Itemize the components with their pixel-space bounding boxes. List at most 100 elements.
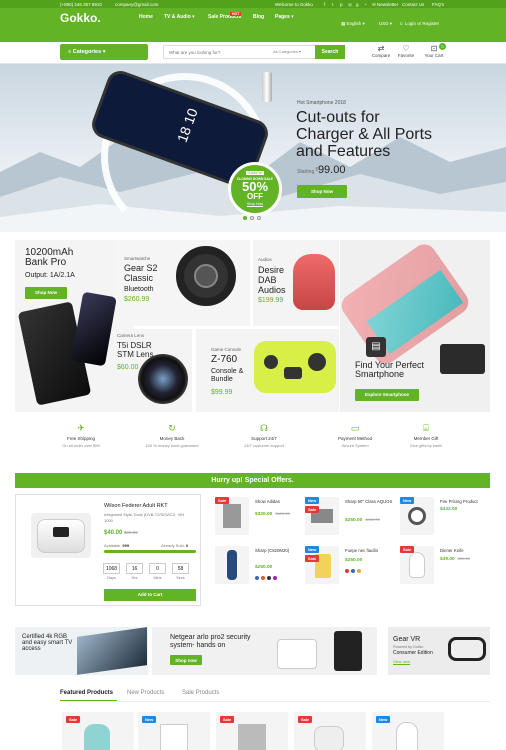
banner-tv[interactable]: Certified 4k RGB and easy smart TV acces… — [15, 627, 148, 675]
compare-label: Compare — [371, 53, 391, 58]
facebook-icon[interactable]: f — [324, 2, 325, 7]
tab-new-products[interactable]: New Products — [127, 690, 164, 696]
sold-label: Already Sold: — [161, 543, 185, 548]
user-icon: ☺ — [399, 21, 404, 26]
heart-icon: ♡ — [402, 44, 410, 53]
favorite-link[interactable]: ♡ Favorite — [393, 44, 419, 58]
color-swatch[interactable] — [351, 569, 355, 573]
all-categories-select[interactable]: All Categories ▾ — [273, 49, 301, 54]
refresh-icon: ↻ — [168, 423, 176, 433]
sale-badge: Sale — [305, 506, 320, 513]
currency-select[interactable]: USD ▾ — [379, 21, 392, 27]
product-card[interactable]: Sale — [216, 712, 288, 750]
deal-price: $250.00 — [255, 565, 273, 570]
deal-item[interactable]: Sale Dinner Knife $39.00 $50.00 — [400, 546, 495, 592]
color-swatch[interactable] — [357, 569, 361, 573]
color-swatch[interactable] — [267, 576, 271, 580]
banner-vr[interactable]: Gear VR Powered by Gokko Consumer Editio… — [388, 627, 490, 675]
featured-deal-name[interactable]: Wilson Federer Adult RKT — [104, 503, 168, 509]
deal-item[interactable]: New Sale Fuepe nec fiacilis $250.00 — [305, 546, 400, 592]
slider-dot[interactable] — [257, 216, 261, 220]
promo-audio[interactable]: Audios Desire DAB Audios $199.99 — [253, 240, 339, 326]
sale-badge: Sale — [298, 716, 313, 723]
hero-starting: Starting — [297, 169, 315, 175]
promo-lens[interactable]: Camera Lens T5i DSLR STM Lens $60.00 — [116, 329, 192, 412]
pinterest-icon[interactable]: p — [340, 2, 343, 7]
hero-shop-button[interactable]: Shop Now — [297, 185, 347, 198]
promo-smartphone[interactable]: ▤ Find Your Perfect Smartphone Explore S… — [340, 240, 490, 412]
black-card-image — [440, 344, 485, 374]
promo-console[interactable]: Game Console Z-760 Console & Bundle $99.… — [196, 329, 339, 412]
newsletter-link[interactable]: ✉ Newsletter — [372, 2, 398, 8]
deal-item[interactable]: New Sale Sharp 50" Class AQUOS $250.00 $4… — [305, 497, 400, 543]
nav-blog[interactable]: Blog — [253, 14, 264, 20]
top-bar: (+890) 246 357 8910 company@gmail.com We… — [0, 0, 506, 8]
vr-link[interactable]: View now — [393, 659, 410, 664]
watch-price: $260.99 — [124, 296, 150, 303]
console-category: Game Console — [211, 347, 242, 352]
nav-home[interactable]: Home — [139, 14, 153, 20]
explore-smartphone-button[interactable]: Explore Smartphone — [355, 389, 419, 401]
product-card[interactable]: Sale — [294, 712, 366, 750]
vacuum-image — [215, 546, 249, 584]
language-label: English — [346, 21, 362, 26]
color-swatch[interactable] — [261, 576, 265, 580]
google-icon[interactable]: g — [356, 2, 359, 7]
sold-progress-bar — [104, 550, 196, 553]
add-to-cart-button[interactable]: Add to Cart — [104, 589, 196, 601]
banner-netgear-text: Netgear arlo pro2 security system- hands… — [170, 634, 251, 650]
rice-cooker-image[interactable] — [31, 513, 91, 558]
deal-item-price: $432.00 — [440, 507, 457, 512]
sale-badge: Sale — [215, 497, 230, 504]
rss-icon[interactable]: ◔ — [364, 2, 367, 7]
banner-netgear[interactable]: Netgear arlo pro2 security system- hands… — [152, 627, 377, 675]
sale-link[interactable]: Shop Now — [231, 202, 279, 206]
deal-item[interactable]: Sale Show Adidas $320.00 $400.00 — [215, 497, 310, 543]
powerbank-shop-button[interactable]: Shop Now — [25, 287, 67, 299]
faq-link[interactable]: FAQ's — [432, 2, 444, 7]
search-button[interactable]: Search — [315, 45, 345, 59]
slider-dot[interactable] — [250, 216, 254, 220]
vr-headset-image — [448, 637, 486, 661]
nav-pages[interactable]: Pages ▾ — [275, 14, 294, 20]
nav-tv-audio-label: TV & Audio — [164, 14, 191, 20]
sold-value: 0 — [185, 543, 189, 548]
deal-item[interactable]: Sharp (C820M20) $250.00 — [215, 546, 310, 592]
countdown-hours: 16 Hrs — [126, 563, 143, 580]
audio-category: Audios — [258, 257, 272, 262]
nav-tv-audio[interactable]: TV & Audio ▾ — [164, 14, 195, 20]
deal-item[interactable]: New Fire Pricing Product $432.00 — [400, 497, 495, 543]
tab-sale-products[interactable]: Sale Products — [182, 690, 219, 696]
new-badge: New — [305, 546, 320, 553]
available-label: Available: — [104, 543, 122, 548]
contact-link[interactable]: Contact Us — [402, 2, 424, 7]
hero-price-value: 99.00 — [317, 164, 346, 176]
tab-featured-products[interactable]: Featured Products — [60, 690, 113, 696]
deal-price: $39.00 — [440, 557, 455, 562]
compare-link[interactable]: ⇄ Compare — [368, 44, 394, 58]
humidifier-image — [396, 722, 418, 750]
deal-item-price: $250.00 — [345, 558, 362, 563]
color-swatch[interactable] — [255, 576, 259, 580]
logo[interactable]: Gokko. — [60, 11, 101, 25]
product-card[interactable]: New — [138, 712, 210, 750]
smartphone-logo-icon: ▤ — [366, 337, 386, 357]
product-card[interactable]: New — [372, 712, 444, 750]
deal-old-price: $450.00 — [365, 517, 380, 522]
login-link[interactable]: ☺ Login or Register — [399, 21, 439, 26]
instagram-icon[interactable]: ◎ — [348, 2, 352, 8]
hoverboard-image — [277, 639, 317, 669]
netgear-shop-button[interactable]: Shop now — [170, 655, 202, 665]
color-swatch[interactable] — [345, 569, 349, 573]
email-text[interactable]: company@gmail.com — [115, 2, 158, 7]
product-card[interactable]: Sale — [62, 712, 134, 750]
slider-dot[interactable] — [243, 216, 247, 220]
sale-badge: Sale — [66, 716, 81, 723]
console-price: $99.99 — [211, 389, 233, 396]
language-select[interactable]: ▦ English ▾ — [341, 21, 365, 27]
categories-button[interactable]: ≡ Categories ▾ — [60, 44, 148, 60]
color-swatch[interactable] — [273, 576, 277, 580]
gift-icon: ⌸ — [423, 423, 429, 433]
twitter-icon[interactable]: t — [332, 2, 333, 7]
promo-watch[interactable]: Smartwatche Gear S2 Classic Bluetooth $2… — [116, 240, 250, 326]
